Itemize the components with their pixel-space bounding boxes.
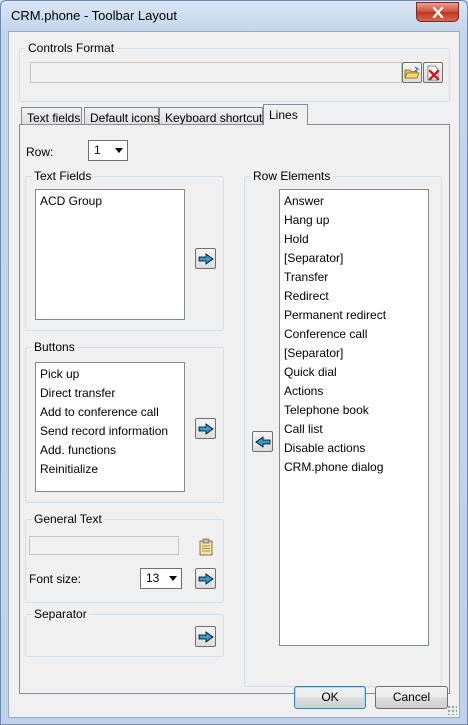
list-item[interactable]: Pick up bbox=[40, 365, 180, 384]
list-item[interactable]: Transfer bbox=[284, 268, 424, 287]
buttons-label: Buttons bbox=[32, 340, 77, 354]
title-bar[interactable]: CRM.phone - Toolbar Layout bbox=[1, 1, 467, 31]
tab-lines-label: Lines bbox=[269, 108, 298, 122]
resize-grip[interactable] bbox=[447, 705, 457, 715]
tab-default-icons[interactable]: Default icons bbox=[84, 107, 160, 125]
font-size-label: Font size: bbox=[29, 572, 82, 586]
list-item[interactable]: CRM.phone dialog bbox=[284, 458, 424, 477]
edit-general-text-button[interactable] bbox=[195, 536, 216, 557]
list-item[interactable]: Direct transfer bbox=[40, 384, 180, 403]
folder-open-icon bbox=[404, 66, 420, 78]
tab-text-fields[interactable]: Text fields bbox=[21, 107, 82, 125]
list-item[interactable]: Permanent redirect bbox=[284, 306, 424, 325]
list-item[interactable]: Send record information bbox=[40, 422, 180, 441]
text-fields-label: Text Fields bbox=[32, 169, 94, 183]
list-item[interactable]: [Separator] bbox=[284, 344, 424, 363]
ok-button-label: OK bbox=[321, 690, 339, 704]
open-format-button[interactable] bbox=[402, 62, 422, 83]
buttons-group: Buttons Pick up Direct transfer Add to c… bbox=[25, 340, 224, 503]
list-item[interactable]: Hold bbox=[284, 230, 424, 249]
separator-label: Separator bbox=[32, 607, 89, 621]
list-item[interactable]: Quick dial bbox=[284, 363, 424, 382]
list-item[interactable]: Answer bbox=[284, 192, 424, 211]
text-fields-group: Text Fields ACD Group bbox=[25, 169, 224, 331]
lines-tab-panel: Row: 1 Text Fields ACD Group Buttons Pic… bbox=[19, 124, 450, 694]
row-elements-group: Row Elements Answer Hang up Hold [Separa… bbox=[244, 169, 442, 687]
tab-keyboard-shortcuts-label: Keyboard shortcuts bbox=[165, 111, 269, 125]
add-separator-button[interactable] bbox=[195, 626, 216, 647]
row-select[interactable]: 1 bbox=[88, 140, 128, 161]
controls-format-field bbox=[30, 62, 402, 83]
separator-group: Separator bbox=[25, 607, 224, 657]
close-button[interactable] bbox=[416, 2, 459, 22]
list-item[interactable]: Actions bbox=[284, 382, 424, 401]
add-general-text-button[interactable] bbox=[195, 568, 216, 589]
general-text-label: General Text bbox=[32, 512, 104, 526]
ok-button[interactable]: OK bbox=[294, 686, 366, 709]
list-item[interactable]: Disable actions bbox=[284, 439, 424, 458]
list-item[interactable]: Hang up bbox=[284, 211, 424, 230]
add-text-field-button[interactable] bbox=[195, 248, 216, 269]
controls-format-label: Controls Format bbox=[26, 41, 117, 55]
row-select-value: 1 bbox=[94, 143, 101, 157]
delete-file-icon bbox=[427, 65, 440, 80]
general-text-group: General Text Font size: 13 bbox=[25, 512, 224, 603]
list-item[interactable]: Add. functions bbox=[40, 441, 180, 460]
add-button-button[interactable] bbox=[195, 418, 216, 439]
arrow-right-icon bbox=[198, 422, 214, 435]
cancel-button[interactable]: Cancel bbox=[375, 686, 448, 709]
list-item[interactable]: Add to conference call bbox=[40, 403, 180, 422]
list-item[interactable]: Telephone book bbox=[284, 401, 424, 420]
chevron-down-icon bbox=[115, 148, 123, 153]
row-elements-list[interactable]: Answer Hang up Hold [Separator] Transfer… bbox=[279, 189, 429, 646]
row-label: Row: bbox=[26, 145, 54, 159]
tab-keyboard-shortcuts[interactable]: Keyboard shortcuts bbox=[159, 107, 268, 125]
notepad-icon bbox=[199, 538, 212, 555]
delete-format-button[interactable] bbox=[423, 62, 443, 83]
font-size-select[interactable]: 13 bbox=[140, 568, 182, 589]
list-item[interactable]: Redirect bbox=[284, 287, 424, 306]
close-icon bbox=[432, 6, 443, 18]
buttons-list[interactable]: Pick up Direct transfer Add to conferenc… bbox=[35, 362, 185, 492]
window-title: CRM.phone - Toolbar Layout bbox=[11, 8, 177, 23]
controls-format-group: Controls Format bbox=[19, 41, 450, 102]
list-item[interactable]: Conference call bbox=[284, 325, 424, 344]
general-text-field bbox=[29, 536, 179, 555]
tab-default-icons-label: Default icons bbox=[90, 111, 160, 125]
list-item[interactable]: Call list bbox=[284, 420, 424, 439]
row-elements-label: Row Elements bbox=[251, 169, 333, 183]
font-size-value: 13 bbox=[146, 571, 160, 585]
tab-text-fields-label: Text fields bbox=[27, 111, 81, 125]
list-item[interactable]: ACD Group bbox=[40, 192, 180, 211]
text-fields-list[interactable]: ACD Group bbox=[35, 189, 185, 320]
cancel-button-label: Cancel bbox=[392, 690, 431, 704]
dialog-window: CRM.phone - Toolbar Layout Controls Form… bbox=[0, 0, 468, 725]
list-item[interactable]: [Separator] bbox=[284, 249, 424, 268]
arrow-right-icon bbox=[198, 630, 214, 643]
arrow-right-icon bbox=[198, 252, 214, 265]
dialog-body: Controls Format Text fields Default icon… bbox=[8, 31, 460, 718]
tab-lines[interactable]: Lines bbox=[263, 104, 308, 125]
list-item[interactable]: Reinitialize bbox=[40, 460, 180, 479]
arrow-right-icon bbox=[198, 572, 214, 585]
chevron-down-icon bbox=[169, 576, 177, 581]
